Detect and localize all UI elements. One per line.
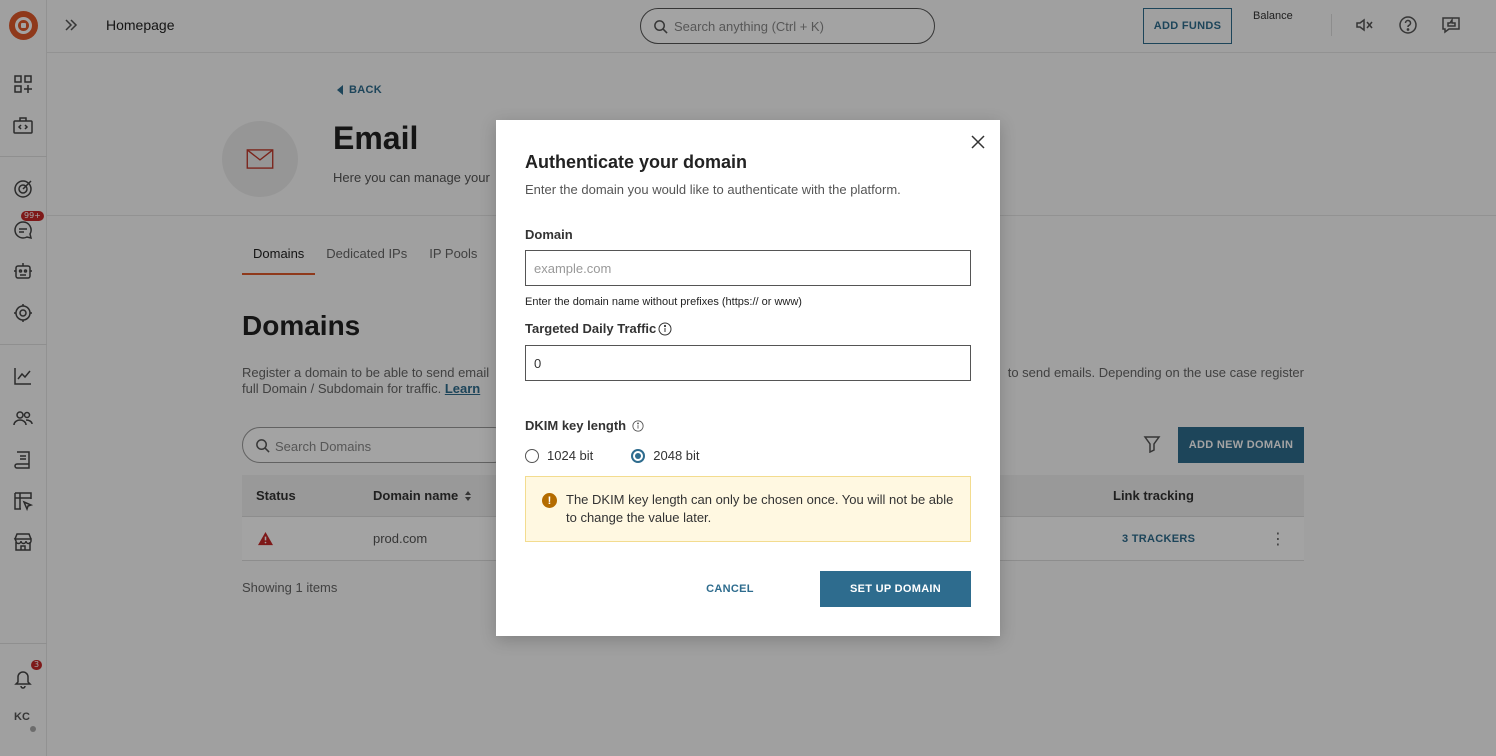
set-up-domain-button[interactable]: SET UP DOMAIN (820, 571, 971, 607)
domain-label: Domain (525, 227, 573, 242)
info-icon[interactable] (632, 419, 644, 432)
targeted-daily-traffic-field[interactable] (525, 345, 971, 381)
dkim-label-text: DKIM key length (525, 418, 627, 433)
warning-text: The DKIM key length can only be chosen o… (566, 492, 954, 525)
info-icon[interactable] (658, 322, 672, 336)
dkim-radio-group: 1024 bit 2048 bit (525, 448, 700, 463)
dkim-option-2048[interactable]: 2048 bit (631, 448, 700, 463)
traffic-label-text: Targeted Daily Traffic (525, 321, 657, 336)
domain-helper-text: Enter the domain name without prefixes (… (525, 296, 802, 308)
option-label: 2048 bit (653, 448, 700, 463)
traffic-label: Targeted Daily Traffic (525, 321, 672, 336)
dialog-description: Enter the domain you would like to authe… (525, 182, 901, 197)
dkim-label: DKIM key length (525, 418, 644, 433)
authenticate-domain-dialog: Authenticate your domain Enter the domai… (496, 120, 1000, 636)
dkim-warning-banner: ! The DKIM key length can only be chosen… (525, 476, 971, 542)
domain-field[interactable] (525, 250, 971, 286)
dialog-title: Authenticate your domain (525, 152, 748, 172)
option-label: 1024 bit (547, 448, 594, 463)
dkim-option-1024[interactable]: 1024 bit (525, 448, 593, 463)
cancel-button[interactable]: CANCEL (689, 571, 771, 607)
radio-checked[interactable] (631, 448, 646, 463)
radio-unchecked[interactable] (525, 448, 539, 463)
close-icon[interactable] (970, 134, 986, 150)
warning-icon: ! (542, 493, 557, 508)
